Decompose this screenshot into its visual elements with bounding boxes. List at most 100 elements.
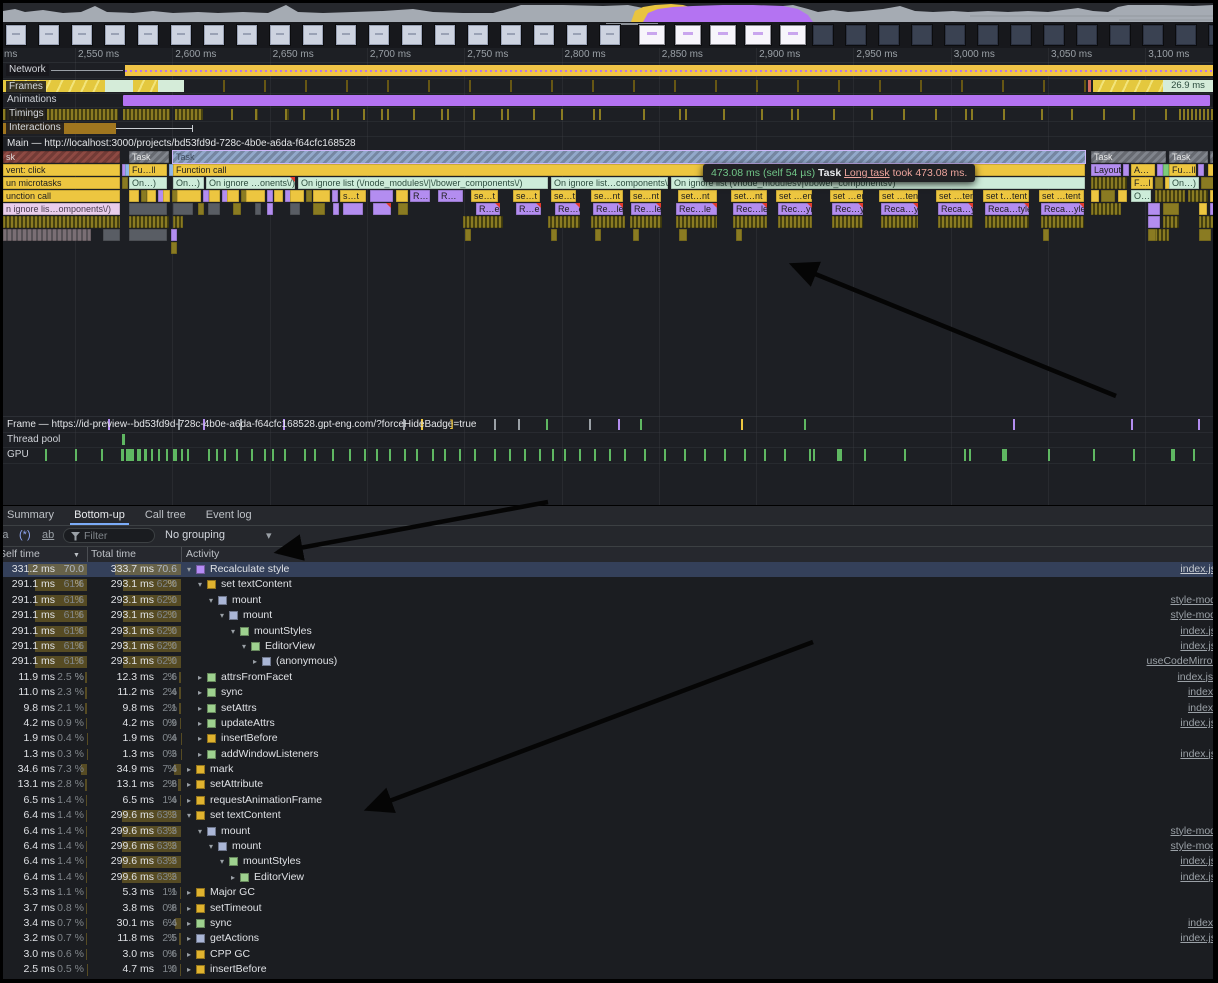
flame-box[interactable] (1091, 177, 1127, 189)
table-row[interactable]: 9.8 ms2.1 %9.8 ms2.1 %▸setAttrsindex. (3, 701, 1213, 716)
flame-box[interactable]: se…t (513, 190, 540, 202)
flame-box[interactable]: On…) (173, 177, 204, 189)
source-link[interactable]: style-mod (1170, 824, 1213, 839)
tab-summary[interactable]: Summary (3, 506, 64, 525)
track-gpu[interactable]: GPU (3, 447, 1213, 464)
flame-box[interactable] (313, 190, 330, 202)
table-row[interactable]: 11.0 ms2.3 %11.2 ms2.4 %▸syncindex. (3, 685, 1213, 700)
flame-box[interactable] (227, 190, 239, 202)
flame-box[interactable] (463, 216, 503, 228)
source-link[interactable]: index.js: (1177, 670, 1213, 685)
flame-box[interactable] (1201, 177, 1213, 189)
flame-box[interactable] (1163, 203, 1179, 215)
flame-box[interactable]: set …tent (936, 190, 973, 202)
filmstrip-screenshot[interactable] (137, 24, 159, 46)
source-link[interactable]: index. (1188, 701, 1213, 716)
flame-box[interactable] (1163, 216, 1179, 228)
flame-box[interactable]: Task (1091, 151, 1166, 163)
filmstrip-screenshot[interactable] (977, 24, 999, 46)
filmstrip-screenshot[interactable] (674, 24, 702, 46)
filmstrip-screenshot[interactable] (845, 24, 867, 46)
filmstrip-screenshot[interactable] (1175, 24, 1197, 46)
frames-track-label[interactable]: Frames (6, 81, 46, 93)
flame-box[interactable]: set …tent (879, 190, 918, 202)
tree-expand-icon[interactable]: ▸ (195, 685, 205, 700)
source-link[interactable]: index. (1188, 685, 1213, 700)
flame-box[interactable] (595, 229, 601, 241)
flame-box[interactable] (255, 203, 261, 215)
filmstrip-screenshot[interactable] (401, 24, 423, 46)
tree-expand-icon[interactable]: ▸ (184, 901, 194, 916)
flame-box[interactable] (1198, 164, 1204, 176)
source-link[interactable]: index.js (1180, 624, 1213, 639)
table-row[interactable]: 34.6 ms7.3 %34.9 ms7.4 %▸mark (3, 762, 1213, 777)
flame-box[interactable]: On ignore list…components\/) (551, 177, 668, 189)
tree-expand-icon[interactable]: ▸ (195, 670, 205, 685)
table-row[interactable]: 331.2 ms70.0 %333.7 ms70.6 %▾Recalculate… (3, 562, 1213, 577)
flame-box[interactable]: F…l (1131, 177, 1153, 189)
table-row[interactable]: 3.0 ms0.6 %3.0 ms0.6 %▸CPP GC (3, 947, 1213, 962)
table-row[interactable]: 13.1 ms2.8 %13.1 ms2.8 %▸setAttribute (3, 777, 1213, 792)
filmstrip-screenshot[interactable] (203, 24, 225, 46)
flame-box[interactable] (208, 203, 220, 215)
filmstrip-screenshot[interactable] (302, 24, 324, 46)
flame-box[interactable] (551, 229, 557, 241)
flame-box[interactable]: se…nt (630, 190, 661, 202)
flame-box[interactable]: On…) (1169, 177, 1199, 189)
flame-box[interactable]: s…t (340, 190, 366, 202)
flame-box[interactable]: unction call (3, 190, 120, 202)
flame-box[interactable] (370, 190, 393, 202)
frame-segment-idle[interactable] (105, 80, 133, 92)
flame-box[interactable] (1199, 203, 1207, 215)
flame-box[interactable] (171, 229, 177, 241)
track-timings[interactable]: Timings (3, 107, 1213, 122)
flame-box[interactable] (1148, 216, 1160, 228)
source-link[interactable]: style-mod (1170, 593, 1213, 608)
flame-box[interactable] (1123, 164, 1129, 176)
tab-event-log[interactable]: Event log (196, 506, 262, 525)
source-link[interactable]: index.js (1180, 716, 1213, 731)
flame-box[interactable]: Task (129, 151, 169, 163)
table-row[interactable]: 5.3 ms1.1 %5.3 ms1.1 %▸Major GC (3, 885, 1213, 900)
grouping-select[interactable]: No grouping (165, 529, 225, 541)
interactions-track-label[interactable]: Interactions (6, 122, 64, 134)
flame-box[interactable]: se…nt (591, 190, 623, 202)
cpu-overview-minimap[interactable] (3, 3, 1213, 22)
track-animations[interactable]: Animations (3, 93, 1213, 108)
regex-icon[interactable]: (*) (19, 529, 31, 541)
source-link[interactable]: index.js (1180, 562, 1213, 577)
flame-box[interactable]: un microtasks (3, 177, 120, 189)
filmstrip-screenshot[interactable] (878, 24, 900, 46)
network-track-label[interactable]: Network (6, 64, 49, 76)
filmstrip-screenshot[interactable] (911, 24, 933, 46)
flame-box[interactable]: Task (1169, 151, 1208, 163)
flame-box[interactable]: Rec…yle (832, 203, 863, 215)
flame-box[interactable]: R… (410, 190, 430, 202)
flame-box[interactable]: Rec…le (676, 203, 717, 215)
tree-expand-icon[interactable]: ▸ (184, 793, 194, 808)
flame-box[interactable]: set…nt (731, 190, 767, 202)
tree-expand-icon[interactable]: ▸ (184, 962, 194, 977)
flame-box[interactable] (1199, 229, 1211, 241)
flame-box[interactable] (246, 190, 265, 202)
filmstrip-screenshot[interactable] (1208, 24, 1213, 46)
table-row[interactable]: 6.5 ms1.4 %6.5 ms1.4 %▸requestAnimationF… (3, 793, 1213, 808)
tree-expand-icon[interactable]: ▸ (184, 931, 194, 946)
flame-box[interactable] (1155, 190, 1185, 202)
source-link[interactable]: index.js (1180, 931, 1213, 946)
table-row[interactable]: 3.7 ms0.8 %3.8 ms0.8 %▸setTimeout (3, 901, 1213, 916)
frame-segment[interactable] (133, 80, 158, 92)
table-row[interactable]: 2.5 ms0.5 %4.7 ms1.0 %▸insertBefore (3, 962, 1213, 977)
tree-expand-icon[interactable]: ▸ (184, 762, 194, 777)
flame-box[interactable]: Fu…ll (129, 164, 167, 176)
filmstrip-screenshot[interactable] (236, 24, 258, 46)
filmstrip-screenshot[interactable] (434, 24, 456, 46)
flame-box[interactable] (129, 190, 139, 202)
filmstrip-screenshot[interactable] (599, 24, 621, 46)
filmstrip-screenshot[interactable] (269, 24, 291, 46)
table-row[interactable]: 1.9 ms0.4 %1.9 ms0.4 %▸insertBefore (3, 731, 1213, 746)
filmstrip-screenshot[interactable] (779, 24, 807, 46)
source-link[interactable]: style-mod (1170, 839, 1213, 854)
flame-box[interactable] (343, 203, 363, 215)
flame-box[interactable]: sk (3, 151, 120, 163)
